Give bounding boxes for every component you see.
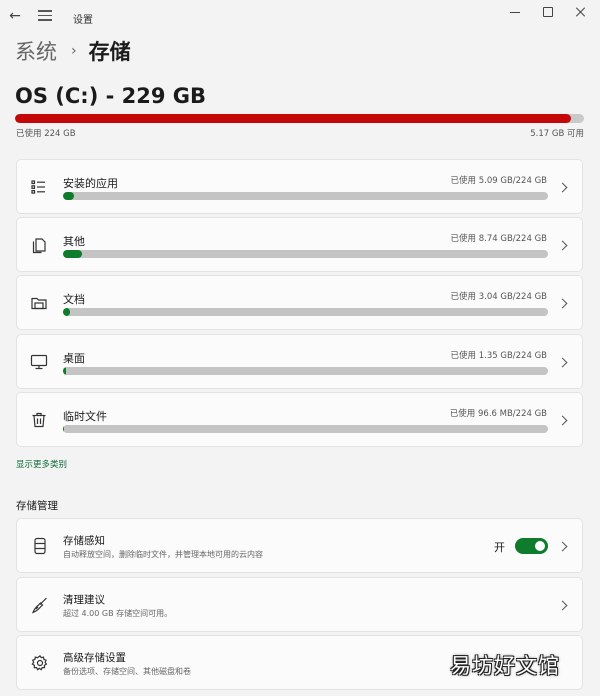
- close-button[interactable]: [569, 2, 593, 22]
- broom-icon: [31, 597, 47, 614]
- category-name: 其他: [63, 235, 85, 248]
- chevron-right-icon: [558, 600, 568, 610]
- breadcrumb: 系统 › 存储: [15, 36, 131, 66]
- category-name: 桌面: [63, 352, 85, 365]
- category-usage: 已使用 3.04 GB/224 GB: [450, 292, 547, 302]
- category-name: 文档: [63, 293, 85, 306]
- category-installed-apps[interactable]: 安装的应用 已使用 5.09 GB/224 GB: [16, 159, 583, 214]
- drive-title: OS (C:) - 229 GB: [15, 84, 207, 108]
- title-bar: ← 设置: [0, 0, 600, 34]
- storage-sense-description: 自动释放空间，删除临时文件，并管理本地可用的云内容: [63, 550, 263, 559]
- category-usage-fill: [63, 367, 66, 375]
- drive-free-label: 5.17 GB 可用: [530, 129, 584, 139]
- window-title: 设置: [73, 15, 93, 26]
- category-usage-fill: [63, 308, 70, 316]
- chevron-right-icon: [558, 541, 568, 551]
- chevron-right-icon: [558, 182, 568, 192]
- cleanup-recommendations-card[interactable]: 清理建议 超过 4.00 GB 存储空间可用。: [16, 577, 583, 632]
- category-usage-bar: [63, 367, 548, 375]
- chevron-right-icon: [558, 415, 568, 425]
- drive-usage-bar: [15, 114, 584, 123]
- storage-management-heading: 存储管理: [16, 500, 58, 512]
- category-desktop[interactable]: 桌面 已使用 1.35 GB/224 GB: [16, 334, 583, 389]
- chevron-right-icon: [558, 240, 568, 250]
- advanced-storage-description: 备份选项、存储空间、其他磁盘和卷: [63, 667, 191, 676]
- category-temp-files[interactable]: 临时文件 已使用 96.6 MB/224 GB: [16, 392, 583, 447]
- breadcrumb-parent[interactable]: 系统: [15, 36, 57, 66]
- category-usage: 已使用 1.35 GB/224 GB: [450, 351, 547, 361]
- maximize-button[interactable]: [535, 2, 559, 22]
- category-usage-fill: [63, 425, 65, 433]
- monitor-icon: [30, 354, 48, 370]
- storage-sense-card[interactable]: 存储感知 自动释放空间，删除临时文件，并管理本地可用的云内容 开: [16, 518, 583, 573]
- gear-icon: [31, 654, 48, 671]
- file-copy-icon: [32, 238, 46, 254]
- category-usage-bar: [63, 250, 548, 258]
- category-usage-bar: [63, 192, 548, 200]
- chevron-right-icon: [558, 357, 568, 367]
- list-icon: [31, 180, 45, 194]
- category-usage: 已使用 96.6 MB/224 GB: [449, 409, 547, 419]
- category-other[interactable]: 其他 已使用 8.74 GB/224 GB: [16, 217, 583, 272]
- storage-sense-toggle[interactable]: [515, 538, 548, 554]
- category-usage-bar: [63, 308, 548, 316]
- folder-icon: [31, 297, 47, 310]
- cleanup-title: 清理建议: [63, 594, 105, 606]
- advanced-storage-title: 高级存储设置: [63, 652, 126, 664]
- breadcrumb-separator-icon: ›: [71, 43, 77, 59]
- minimize-button[interactable]: [503, 2, 527, 22]
- watermark-text: 易坊好文馆: [450, 654, 560, 678]
- drive-usage-fill: [15, 114, 572, 123]
- cleanup-description: 超过 4.00 GB 存储空间可用。: [63, 609, 173, 618]
- back-arrow-icon[interactable]: ←: [6, 6, 24, 26]
- storage-sense-icon: [34, 537, 46, 555]
- chevron-right-icon: [558, 298, 568, 308]
- hamburger-menu-icon[interactable]: [38, 8, 52, 22]
- category-documents[interactable]: 文档 已使用 3.04 GB/224 GB: [16, 275, 583, 330]
- category-usage-fill: [63, 250, 82, 258]
- toggle-state-label: 开: [494, 541, 505, 554]
- category-usage-bar: [63, 425, 548, 433]
- category-usage-fill: [63, 192, 75, 200]
- storage-sense-title: 存储感知: [63, 535, 105, 547]
- toggle-knob: [535, 541, 545, 551]
- drive-used-label: 已使用 224 GB: [16, 129, 76, 139]
- category-name: 安装的应用: [63, 177, 118, 190]
- category-name: 临时文件: [63, 410, 107, 423]
- trash-icon: [32, 412, 46, 428]
- page-title: 存储: [88, 40, 131, 64]
- category-usage: 已使用 8.74 GB/224 GB: [450, 234, 547, 244]
- show-more-categories-link[interactable]: 显示更多类别: [16, 458, 67, 470]
- category-usage: 已使用 5.09 GB/224 GB: [450, 176, 547, 186]
